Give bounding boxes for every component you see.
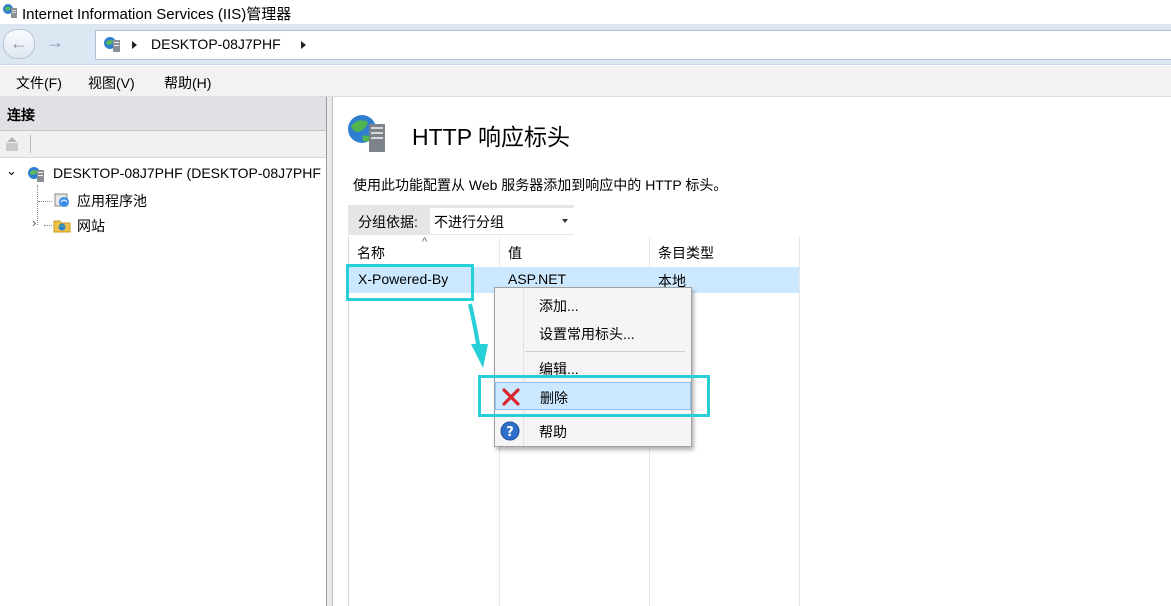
highlight-box-delete bbox=[478, 375, 710, 417]
server-icon bbox=[104, 37, 120, 52]
connections-header: 连接 bbox=[0, 97, 326, 131]
page-title: HTTP 响应标头 bbox=[412, 124, 571, 150]
toolbar-divider bbox=[30, 135, 31, 153]
menu-item-set-common-headers-label: 设置常用标头... bbox=[539, 326, 635, 342]
app-pool-icon bbox=[54, 193, 69, 207]
forward-button[interactable]: → bbox=[40, 29, 70, 57]
menu-view[interactable]: 视图(V) bbox=[88, 73, 135, 93]
iis-manager-icon bbox=[3, 4, 17, 18]
tree-item-app-pools[interactable]: 应用程序池 bbox=[0, 188, 300, 212]
feature-pane: HTTP 响应标头 使用此功能配置从 Web 服务器添加到响应中的 HTTP 标… bbox=[333, 97, 1171, 606]
group-by-label: 分组依据: bbox=[358, 214, 418, 230]
http-headers-icon bbox=[348, 115, 385, 152]
cell-value: ASP.NET bbox=[508, 271, 567, 287]
address-bar-area: ← → DESKTOP-08J7PHF bbox=[0, 24, 1171, 65]
column-header-entry-type[interactable]: 条目类型 bbox=[658, 243, 714, 263]
chevron-down-icon[interactable]: ⌄ bbox=[6, 163, 17, 179]
menu-item-help-label: 帮助 bbox=[539, 424, 567, 440]
group-by-value: 不进行分组 bbox=[434, 214, 504, 230]
menu-item-help[interactable]: ? 帮助 bbox=[495, 417, 691, 445]
column-divider[interactable] bbox=[799, 237, 800, 606]
help-icon: ? bbox=[500, 421, 520, 441]
window-title: Internet Information Services (IIS)管理器 bbox=[22, 6, 292, 23]
menu-item-add-label: 添加... bbox=[539, 298, 579, 314]
sort-ascending-icon: ^ bbox=[422, 236, 428, 248]
column-header-value[interactable]: 值 bbox=[508, 243, 522, 263]
svg-text:?: ? bbox=[506, 425, 514, 440]
context-menu: 添加... 设置常用标头... 编辑... 删除 ? 帮助 bbox=[494, 287, 692, 447]
tree-server-label: DESKTOP-08J7PHF (DESKTOP-08J7PHF bbox=[53, 165, 321, 181]
breadcrumb-separator-icon bbox=[132, 41, 137, 49]
menu-item-set-common-headers[interactable]: 设置常用标头... bbox=[495, 319, 691, 347]
breadcrumb-separator-icon[interactable] bbox=[301, 41, 306, 49]
connections-toolbar bbox=[0, 131, 326, 158]
group-by-select[interactable]: 不进行分组 bbox=[430, 208, 574, 234]
back-arrow-icon: ← bbox=[10, 33, 28, 53]
title-bar: Internet Information Services (IIS)管理器 bbox=[0, 0, 1171, 24]
tree-item-server[interactable]: ⌄ DESKTOP-08J7PHF (DESKTOP-08J7PHF bbox=[0, 162, 326, 186]
website-folder-icon bbox=[53, 220, 71, 233]
arrow-annotation-icon bbox=[468, 303, 488, 368]
menu-bar: 文件(F) 视图(V) 帮助(H) bbox=[0, 66, 1171, 97]
tree-app-pools-label: 应用程序池 bbox=[77, 193, 147, 209]
chevron-down-icon bbox=[562, 219, 568, 223]
menu-separator bbox=[525, 351, 685, 352]
menu-file[interactable]: 文件(F) bbox=[16, 73, 62, 93]
connections-pane: 连接 ⌄ DESKTOP-08J7PHF (DESKTOP-08J7PHF 应用… bbox=[0, 97, 327, 606]
address-bar[interactable]: DESKTOP-08J7PHF bbox=[95, 30, 1171, 60]
highlight-box-name bbox=[346, 264, 474, 301]
feature-description: 使用此功能配置从 Web 服务器添加到响应中的 HTTP 标头。 bbox=[353, 177, 728, 193]
connect-icon[interactable] bbox=[4, 135, 22, 153]
breadcrumb-server[interactable]: DESKTOP-08J7PHF bbox=[151, 36, 281, 52]
back-button[interactable]: ← bbox=[3, 29, 35, 59]
tree-item-sites[interactable]: › 网站 bbox=[0, 213, 300, 237]
menu-help[interactable]: 帮助(H) bbox=[164, 73, 211, 93]
menu-item-add[interactable]: 添加... bbox=[495, 291, 691, 319]
server-icon bbox=[28, 167, 44, 182]
forward-arrow-icon: → bbox=[46, 32, 64, 52]
chevron-right-icon[interactable]: › bbox=[32, 215, 36, 230]
group-by-bar: 分组依据: 不进行分组 bbox=[348, 205, 574, 235]
tree-sites-label: 网站 bbox=[77, 218, 105, 234]
connections-title: 连接 bbox=[7, 107, 35, 123]
column-header-name[interactable]: 名称 bbox=[357, 243, 385, 263]
